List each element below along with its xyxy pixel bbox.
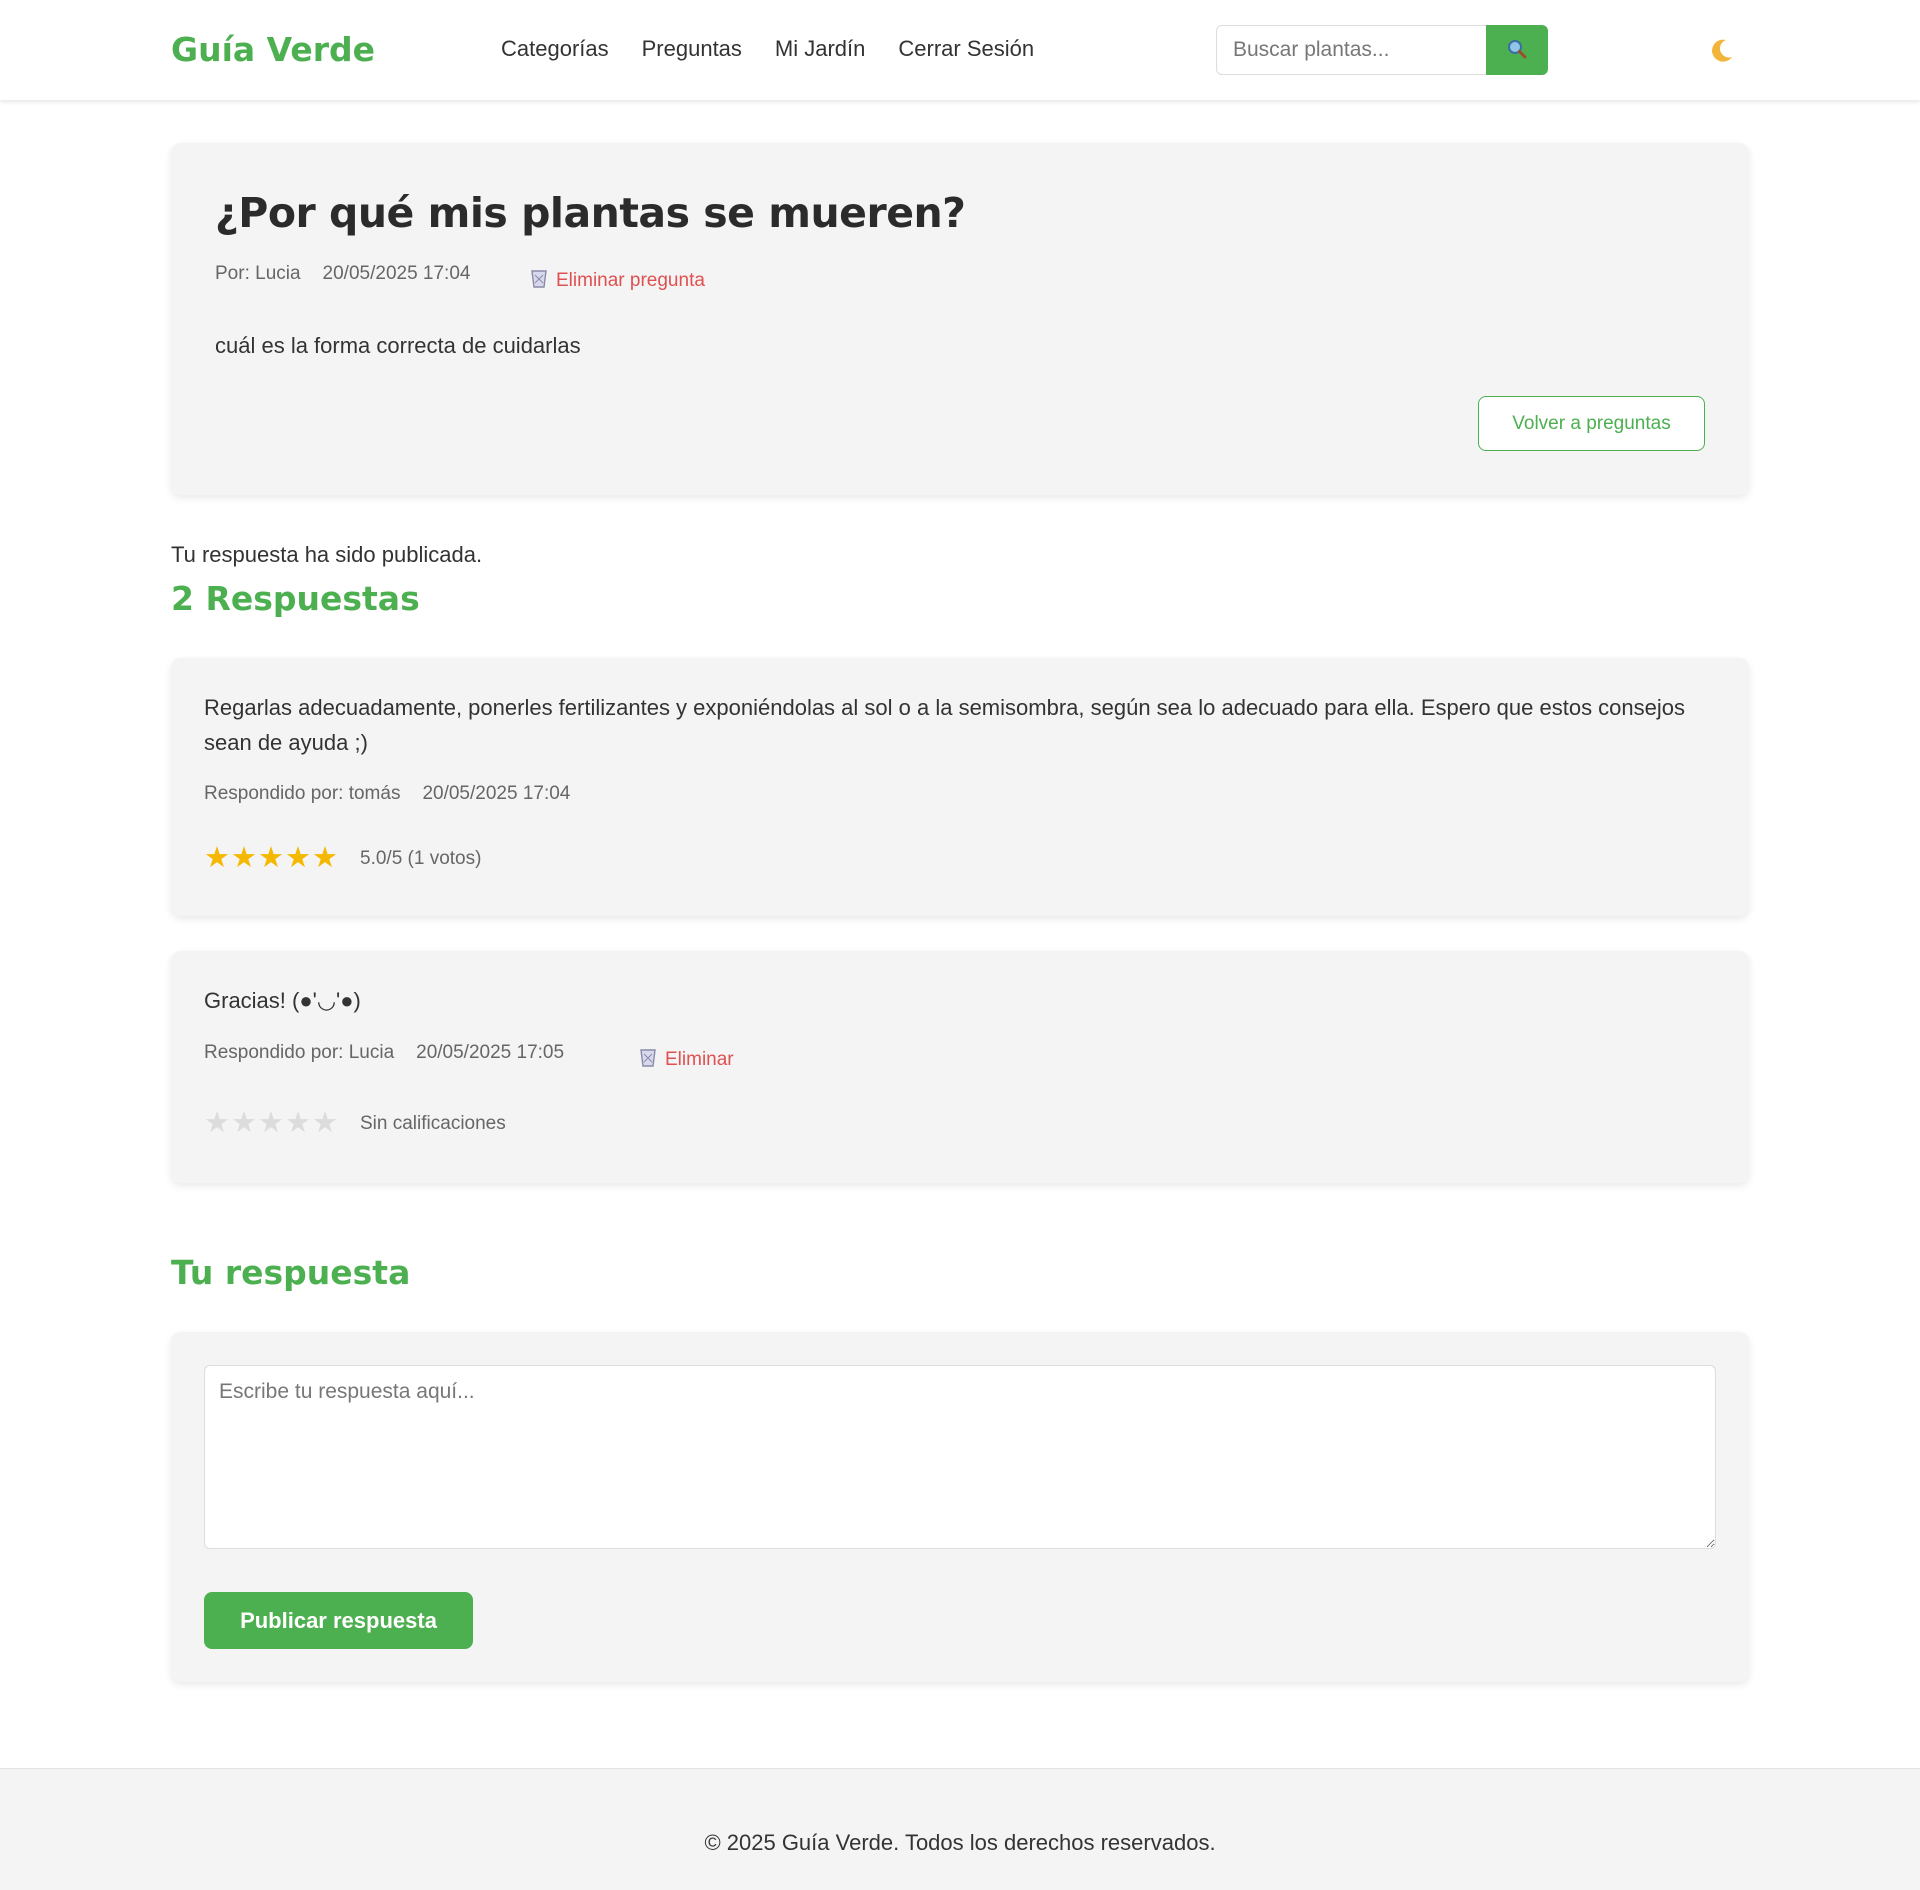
back-to-questions-button[interactable]: Volver a preguntas (1478, 396, 1705, 451)
search-form (1216, 25, 1548, 75)
answers-heading: 2 Respuestas (171, 579, 420, 618)
site-header: Guía Verde Categorías Preguntas Mi Jardí… (0, 0, 1920, 100)
answer-form: Publicar respuesta (171, 1332, 1749, 1682)
star-icon[interactable]: ★ (231, 843, 257, 873)
star-icon[interactable]: ★ (204, 843, 230, 873)
site-footer: © 2025 Guía Verde. Todos los derechos re… (0, 1768, 1920, 1890)
your-answer-heading: Tu respuesta (171, 1253, 411, 1292)
answer-card: Gracias! (●'◡'●) Respondido por: Lucia 2… (171, 951, 1749, 1183)
trash-icon (528, 267, 550, 295)
moon-icon (1706, 39, 1736, 70)
answer-date: 20/05/2025 17:05 (416, 1042, 565, 1063)
delete-question-label: Eliminar pregunta (556, 270, 705, 291)
answer-card: Regarlas adecuadamente, ponerles fertili… (171, 658, 1749, 916)
nav-mi-jardin[interactable]: Mi Jardín (775, 36, 865, 62)
star-icon[interactable]: ★ (285, 1108, 311, 1138)
search-button[interactable] (1486, 25, 1548, 75)
nav-categorias[interactable]: Categorías (501, 36, 609, 62)
answer-meta: Respondido por: Lucia 20/05/2025 17:05 (204, 1042, 564, 1064)
answer-author: Respondido por: tomás (204, 783, 401, 804)
star-icon[interactable]: ★ (231, 1108, 257, 1138)
answer-meta: Respondido por: tomás 20/05/2025 17:04 (204, 783, 570, 805)
theme-toggle[interactable] (1706, 36, 1736, 66)
trash-icon (637, 1046, 659, 1074)
nav-preguntas[interactable]: Preguntas (642, 36, 742, 62)
magnifier-icon (1506, 38, 1528, 63)
rating-text: Sin calificaciones (360, 1113, 506, 1134)
question-body: cuál es la forma correcta de cuidarlas (215, 333, 581, 358)
answer-textarea[interactable] (204, 1365, 1716, 1549)
question-card: ¿Por qué mis plantas se mueren? Por: Luc… (171, 143, 1749, 495)
question-meta: Por: Lucia 20/05/2025 17:04 (215, 263, 470, 285)
star-icon[interactable]: ★ (258, 843, 284, 873)
search-input[interactable] (1216, 25, 1486, 75)
delete-question-button[interactable]: Eliminar pregunta (528, 267, 705, 295)
star-icon[interactable]: ★ (312, 843, 338, 873)
nav-cerrar-sesion[interactable]: Cerrar Sesión (898, 36, 1034, 62)
question-title: ¿Por qué mis plantas se mueren? (215, 189, 966, 237)
question-date: 20/05/2025 17:04 (322, 263, 471, 284)
delete-answer-button[interactable]: Eliminar (637, 1046, 734, 1074)
rating-text: 5.0/5 (1 votos) (360, 848, 482, 869)
question-author: Por: Lucia (215, 263, 301, 284)
answer-body: Regarlas adecuadamente, ponerles fertili… (204, 695, 1686, 755)
answer-body: Gracias! (●'◡'●) (204, 988, 361, 1013)
star-icon[interactable]: ★ (204, 1108, 230, 1138)
star-icon[interactable]: ★ (285, 843, 311, 873)
flash-message: Tu respuesta ha sido publicada. (171, 542, 483, 567)
answer-date: 20/05/2025 17:04 (422, 783, 571, 804)
main-nav: Categorías Preguntas Mi Jardín Cerrar Se… (501, 36, 1034, 62)
site-logo[interactable]: Guía Verde (171, 30, 375, 69)
star-icon[interactable]: ★ (312, 1108, 338, 1138)
delete-answer-label: Eliminar (665, 1049, 734, 1070)
star-rating: ★ ★ ★ ★ ★ (204, 1108, 338, 1138)
star-rating: ★ ★ ★ ★ ★ (204, 843, 338, 873)
submit-answer-button[interactable]: Publicar respuesta (204, 1592, 473, 1649)
footer-copyright: © 2025 Guía Verde. Todos los derechos re… (704, 1830, 1216, 1855)
star-icon[interactable]: ★ (258, 1108, 284, 1138)
answer-author: Respondido por: Lucia (204, 1042, 395, 1063)
